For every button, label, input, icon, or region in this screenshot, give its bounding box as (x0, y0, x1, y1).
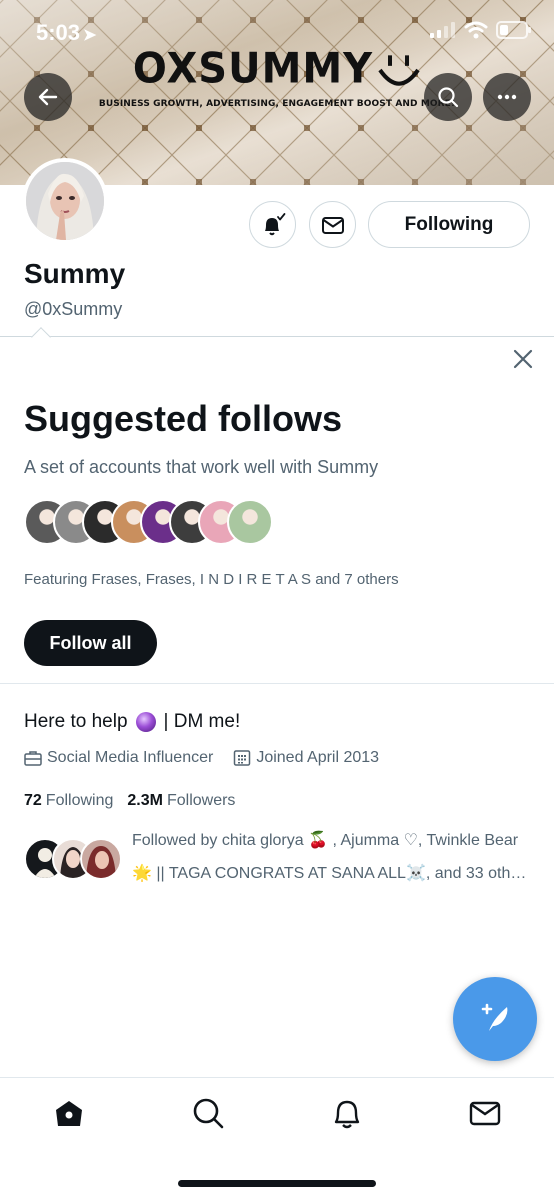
search-button[interactable] (424, 73, 472, 121)
avatar-image (26, 162, 104, 240)
followers-count: 2.3M (127, 792, 163, 809)
calendar-icon (233, 749, 251, 767)
suggested-avatar (227, 499, 273, 545)
back-button[interactable] (24, 73, 72, 121)
location-arrow-icon: ➤ (83, 27, 97, 44)
followed-by-avatar-stack[interactable] (24, 838, 124, 882)
wifi-icon (464, 21, 488, 39)
more-options-button[interactable] (483, 73, 531, 121)
followed-by-text-line2[interactable]: 🌟 || TAGA CONGRATS AT SANA ALL☠️, and 33… (132, 863, 532, 883)
tab-bar-divider (0, 1077, 554, 1078)
profile-meta: Social Media Influencer Joined April 201… (24, 749, 379, 767)
display-name: Summy (24, 258, 126, 289)
close-icon (513, 349, 533, 369)
status-time: 5:03 ➤ (36, 20, 96, 46)
bio-text-end: | DM me! (163, 711, 241, 732)
home-icon (56, 1101, 82, 1126)
home-indicator (178, 1180, 376, 1187)
followed-by-avatar (80, 838, 122, 880)
search-icon (438, 87, 459, 108)
followed-by-text-line1[interactable]: Followed by chita glorya 🍒 , Ajumma ♡, T… (132, 830, 518, 850)
profile-bio: Here to help | DM me! (24, 711, 240, 733)
message-button[interactable] (309, 201, 356, 248)
bell-icon (334, 1100, 360, 1129)
follow-stats: 72 Following 2.3M Followers (24, 792, 235, 810)
tab-home[interactable] (51, 1095, 87, 1131)
envelope-icon (469, 1101, 501, 1126)
battery-icon (496, 21, 531, 39)
tab-search[interactable] (190, 1095, 226, 1131)
smiley-icon (378, 55, 420, 86)
crystal-ball-icon (135, 712, 156, 732)
feather-plus-icon (481, 1003, 508, 1031)
banner-logo: OXSUMMY (0, 45, 554, 93)
compose-tweet-button[interactable] (453, 977, 537, 1061)
suggested-follows-subtitle: A set of accounts that work well with Su… (24, 457, 379, 477)
envelope-icon (321, 216, 344, 234)
tab-messages[interactable] (467, 1095, 503, 1131)
following-button[interactable]: Following (368, 201, 530, 248)
followers-stat[interactable]: 2.3M Followers (127, 792, 235, 810)
followers-label: Followers (166, 792, 236, 809)
tab-notifications[interactable] (329, 1095, 365, 1131)
following-label: Following (45, 792, 114, 809)
banner-logo-text: OXSUMMY (132, 44, 374, 94)
following-stat[interactable]: 72 Following (24, 792, 113, 810)
briefcase-icon (24, 750, 42, 766)
bell-check-icon (264, 212, 285, 235)
follow-all-button[interactable]: Follow all (24, 620, 157, 666)
suggested-featuring-text[interactable]: Featuring Frases, Frases, I N D I R E T … (24, 571, 399, 588)
search-icon (193, 1098, 224, 1129)
section-divider (0, 336, 554, 337)
profile-category: Social Media Influencer (47, 749, 214, 766)
following-count: 72 (24, 792, 42, 809)
bio-text-start: Here to help (24, 711, 128, 732)
suggestion-pointer (31, 327, 51, 347)
cellular-signal-icon (430, 22, 455, 38)
status-time-text: 5:03 (36, 20, 81, 45)
suggested-follows-title: Suggested follows (24, 398, 343, 439)
user-handle: @0xSummy (24, 299, 123, 319)
section-divider (0, 683, 554, 684)
arrow-left-icon (38, 88, 58, 106)
profile-banner[interactable]: OXSUMMY BUSINESS GROWTH, ADVERTISING, EN… (0, 0, 554, 185)
status-icons (430, 21, 532, 39)
dismiss-suggestions-button[interactable] (510, 346, 536, 372)
joined-date: Joined April 2013 (256, 749, 380, 766)
more-dots-icon (497, 94, 517, 100)
profile-avatar[interactable] (22, 158, 108, 244)
notifications-toggle-button[interactable] (249, 201, 296, 248)
